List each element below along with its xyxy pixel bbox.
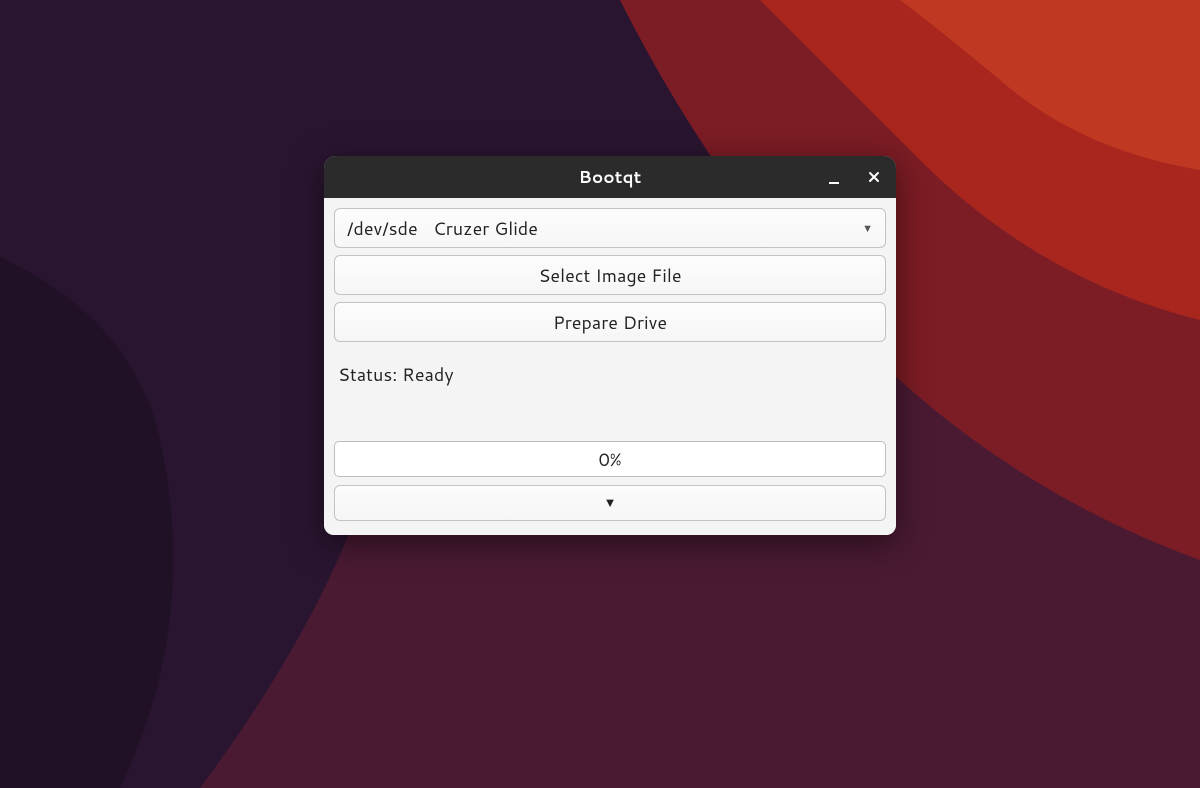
prepare-drive-button[interactable]: Prepare Drive [334, 302, 886, 342]
select-image-button[interactable]: Select Image File [334, 255, 886, 295]
status-area: Status: Ready [334, 349, 886, 441]
select-image-label: Select Image File [538, 262, 681, 288]
progress-text: 0% [598, 446, 621, 472]
minimize-icon [828, 169, 840, 192]
status-text: Status: Ready [338, 361, 454, 387]
chevron-down-icon: ▼ [862, 220, 873, 236]
close-icon [868, 166, 880, 189]
device-name: Cruzer Glide [433, 215, 862, 241]
expander-button[interactable]: ▼ [334, 485, 886, 521]
device-combobox[interactable]: /dev/sde Cruzer Glide ▼ [334, 208, 886, 248]
chevron-down-icon: ▼ [604, 494, 617, 512]
window-title: Bootqt [579, 165, 642, 189]
titlebar-controls [824, 156, 884, 198]
close-button[interactable] [864, 167, 884, 187]
prepare-drive-label: Prepare Drive [553, 309, 667, 335]
app-window: Bootqt /dev/sde Cruzer Glide ▼ [324, 156, 896, 535]
window-body: /dev/sde Cruzer Glide ▼ Select Image Fil… [324, 198, 896, 535]
progress-bar: 0% [334, 441, 886, 477]
titlebar[interactable]: Bootqt [324, 156, 896, 198]
minimize-button[interactable] [824, 167, 844, 187]
device-path: /dev/sde [347, 215, 433, 241]
